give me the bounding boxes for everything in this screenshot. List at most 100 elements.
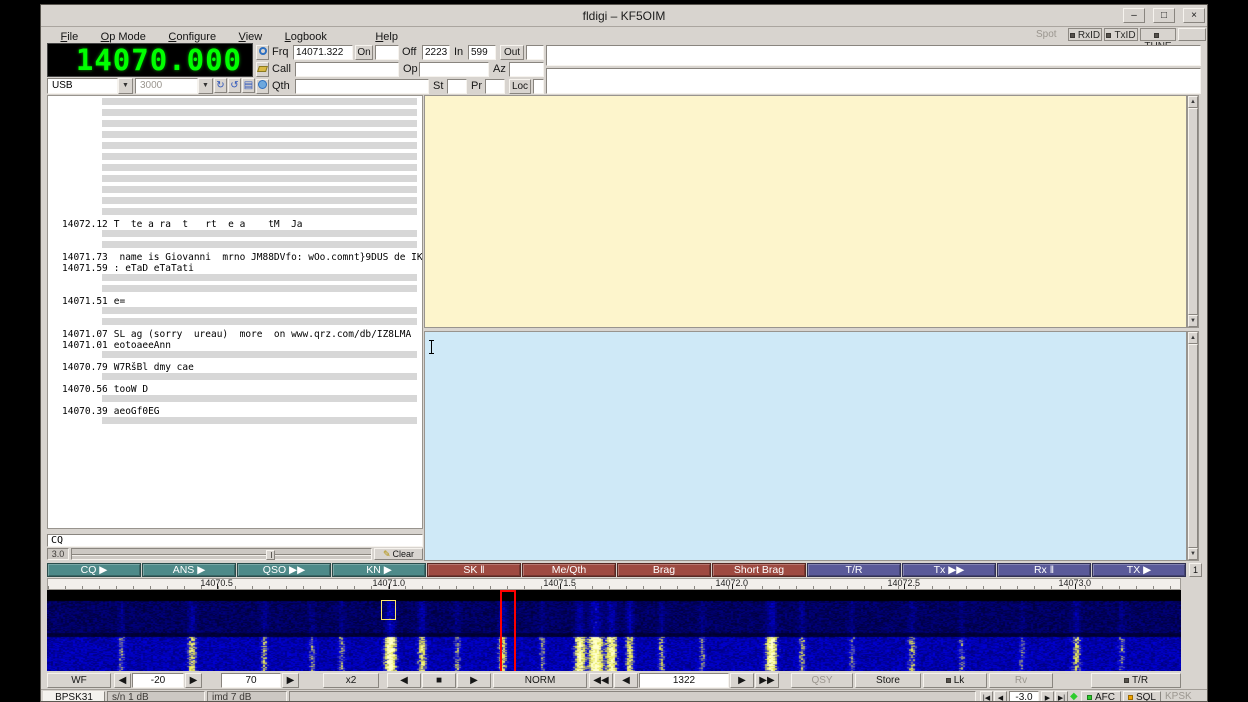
scroll-right-button[interactable]: ▶ (457, 673, 491, 688)
rxid-toggle[interactable]: RxID (1068, 28, 1102, 41)
frequency-display[interactable]: 14070.000 (47, 43, 253, 77)
offset-min-button[interactable]: |◀ (980, 691, 993, 702)
frequency-lookup-button[interactable] (256, 45, 269, 60)
call-input[interactable] (295, 62, 399, 77)
macro-sk-button[interactable]: SK ‖ (427, 563, 521, 577)
scroll-down-button[interactable]: ▼ (1188, 315, 1198, 327)
slider-handle[interactable] (266, 550, 275, 560)
menu-logbook[interactable]: Logbook (276, 30, 336, 45)
macro-brag-button[interactable]: Brag (617, 563, 711, 577)
waterfall-canvas[interactable] (47, 590, 1181, 671)
wf-speed-button[interactable]: NORM (493, 673, 587, 688)
rst-out-input[interactable] (526, 45, 544, 60)
scroll-down-button[interactable]: ▼ (1188, 548, 1198, 560)
bandwidth-select[interactable]: 3000 ▼ (135, 78, 213, 94)
pr-input[interactable] (485, 79, 505, 94)
time-off-input[interactable] (422, 45, 450, 60)
macro-page-button[interactable]: 1 (1189, 563, 1202, 577)
time-on-button[interactable]: On (355, 45, 373, 60)
rst-out-button[interactable]: Out (500, 45, 524, 60)
squelch-slider[interactable] (71, 548, 372, 560)
txid-toggle[interactable]: TxID (1104, 28, 1138, 41)
notes-input-top[interactable] (546, 45, 1201, 66)
close-button[interactable]: × (1183, 8, 1205, 23)
qth-globe-button[interactable] (256, 79, 269, 94)
scroll-left-button[interactable]: ◀ (387, 673, 421, 688)
upper-down-button[interactable]: ◀ (114, 673, 131, 688)
carrier-rewind-button[interactable]: ◀◀ (589, 673, 613, 688)
rst-in-input[interactable] (468, 45, 496, 60)
signal-browser-panel[interactable]: 14072.12T te a ra t rt e a tM Ja 14071.7… (47, 95, 423, 529)
browser-row[interactable]: 14071.51e= (48, 296, 422, 307)
browser-search-input[interactable] (47, 534, 423, 547)
offset-max-button[interactable]: ▶| (1055, 691, 1068, 702)
frq-input[interactable] (293, 45, 353, 60)
st-input[interactable] (447, 79, 467, 94)
bandwidth-value: 3000 (135, 78, 198, 94)
browser-row[interactable]: 14071.07SL ag (sorry ureau) more on www.… (48, 329, 422, 340)
restore-button[interactable]: ↺ (228, 78, 241, 93)
memory-button[interactable]: ▤ (242, 78, 255, 93)
chevron-down-icon[interactable]: ▼ (198, 78, 213, 94)
carrier-forward-button[interactable]: ▶▶ (755, 673, 779, 688)
titlebar[interactable]: fldigi – KF5OIM – □ × (41, 5, 1207, 27)
tune-toggle[interactable]: TUNE (1140, 28, 1176, 41)
tx-scrollbar[interactable]: ▲ ▼ (1187, 331, 1199, 561)
browser-row[interactable]: 14071.59: eTaD eTaTati (48, 263, 422, 274)
macro-rx-button[interactable]: Rx ‖ (997, 563, 1091, 577)
tx-text-panel[interactable] (424, 331, 1187, 561)
macro-qso-button[interactable]: QSO ▶▶ (237, 563, 331, 577)
wf-pause-button[interactable]: ■ (422, 673, 456, 688)
waterfall-display[interactable] (47, 590, 1181, 671)
loc-input[interactable] (533, 79, 544, 94)
rx-text-panel[interactable] (424, 95, 1187, 328)
maximize-button[interactable]: □ (1153, 8, 1175, 23)
tx-scrollbar-thumb[interactable] (1188, 344, 1198, 548)
offset-down-button[interactable]: ◀ (994, 691, 1007, 702)
upper-up-button[interactable]: ▶ (185, 673, 202, 688)
carrier-down-button[interactable]: ◀ (614, 673, 638, 688)
notes-input-bottom[interactable] (546, 68, 1201, 94)
store-button[interactable]: Store (855, 673, 921, 688)
rx-scrollbar[interactable]: ▲ ▼ (1187, 95, 1199, 328)
macro-me-qth-button[interactable]: Me/Qth (522, 563, 616, 577)
scroll-up-button[interactable]: ▲ (1188, 96, 1198, 108)
menu-help[interactable]: Help (366, 30, 407, 45)
macro-tx-button[interactable]: Tx ▶▶ (902, 563, 996, 577)
loc-button[interactable]: Loc (509, 79, 531, 94)
rx-scrollbar-thumb[interactable] (1188, 108, 1198, 315)
browser-row[interactable]: 14071.73 name is Giovanni mrno JM88DVfo:… (48, 252, 422, 263)
sideband-select[interactable]: USB ▼ (47, 78, 133, 94)
call-tag-button[interactable] (256, 62, 269, 77)
scroll-up-button[interactable]: ▲ (1188, 332, 1198, 344)
sql-toggle[interactable]: SQL (1123, 691, 1161, 702)
mode-status-button[interactable]: BPSK31 (43, 691, 105, 702)
macro-ans-button[interactable]: ANS ▶ (142, 563, 236, 577)
zoom-button[interactable]: x2 (323, 673, 379, 688)
lock-toggle[interactable]: Lk (923, 673, 987, 688)
time-on-input[interactable] (375, 45, 399, 60)
op-input[interactable] (419, 62, 489, 77)
browser-row[interactable]: 14072.12T te a ra t rt e a tM Ja (48, 219, 422, 230)
txrx-toggle[interactable]: T/R (1091, 673, 1181, 688)
browser-row[interactable]: 14070.79W7RšBl dmy cae (48, 362, 422, 373)
offset-up-button[interactable]: ▶ (1041, 691, 1054, 702)
browser-clear-button[interactable]: ✎Clear (374, 548, 423, 560)
macro-tr-button[interactable]: T/R (807, 563, 901, 577)
az-input[interactable] (509, 62, 544, 77)
macro-short-brag-button[interactable]: Short Brag (712, 563, 806, 577)
range-up-button[interactable]: ▶ (282, 673, 299, 688)
qth-input[interactable] (295, 79, 429, 94)
wf-mode-button[interactable]: WF (47, 673, 111, 688)
chevron-down-icon[interactable]: ▼ (118, 78, 133, 94)
browser-row[interactable]: 14070.56tooW D (48, 384, 422, 395)
macro-kn-button[interactable]: KN ▶ (332, 563, 426, 577)
macro-tx2-button[interactable]: TX ▶ (1092, 563, 1186, 577)
browser-row[interactable]: 14070.39aeoGf0EG (48, 406, 422, 417)
carrier-up-button[interactable]: ▶ (730, 673, 754, 688)
browser-row[interactable]: 14071.01eotoaeeAnn (48, 340, 422, 351)
afc-toggle[interactable]: AFC (1081, 691, 1121, 702)
sweep-button[interactable]: ↻ (214, 78, 227, 93)
macro-cq-button[interactable]: CQ ▶ (47, 563, 141, 577)
minimize-button[interactable]: – (1123, 8, 1145, 23)
